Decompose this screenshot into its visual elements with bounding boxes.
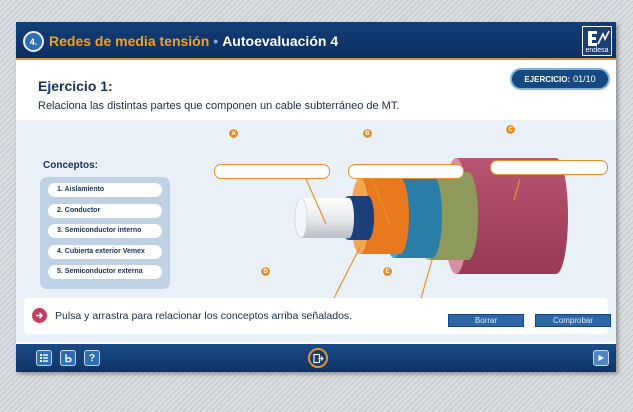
logo-mark-icon: [588, 30, 610, 46]
marker-d: D: [260, 266, 271, 277]
marker-a: A: [228, 128, 239, 139]
header-bar: 4. Redes de media tensión • Autoevaluación…: [16, 22, 616, 60]
hint-bar: Pulsa y arrastra para relacionar los con…: [24, 298, 611, 334]
marker-e: E: [382, 266, 393, 277]
endesa-logo: endesa: [582, 26, 612, 56]
list-icon: [40, 354, 48, 362]
glossary-button[interactable]: [60, 350, 76, 366]
play-icon: [598, 355, 604, 361]
next-button[interactable]: [593, 350, 609, 366]
title-separator: •: [213, 33, 219, 49]
logo-text: endesa: [585, 47, 609, 54]
leader-line-e: [419, 259, 433, 303]
marker-b: B: [362, 128, 373, 139]
drop-target-b[interactable]: [348, 164, 464, 179]
marker-c: C: [505, 124, 516, 135]
module-number-badge: 4.: [23, 31, 44, 52]
footer-bar: ?: [16, 344, 616, 372]
section-title: Autoevaluación 4: [222, 33, 339, 49]
exercise-counter-badge: EJERCICIO: 01/10: [510, 68, 610, 90]
help-button[interactable]: ?: [84, 350, 100, 366]
header-title: Redes de media tensión • Autoevaluación 4: [49, 33, 338, 49]
counter-value: 01/10: [573, 74, 596, 84]
drop-target-a[interactable]: [214, 164, 330, 179]
counter-label: EJERCICIO:: [524, 74, 571, 84]
drop-target-c[interactable]: [490, 160, 608, 175]
lesson-window: 4. Redes de media tensión • Autoevaluación…: [16, 22, 616, 372]
leader-line-d: [331, 246, 361, 303]
cable-conductor: [294, 197, 354, 239]
index-button[interactable]: [36, 350, 52, 366]
clear-button[interactable]: Borrar: [448, 314, 524, 327]
exercise-instruction: Relaciona las distintas partes que compo…: [38, 100, 400, 112]
exit-icon: [312, 353, 324, 363]
exercise-title: Ejercicio 1:: [38, 78, 113, 94]
arrow-right-icon: [32, 308, 47, 323]
hint-text: Pulsa y arrastra para relacionar los con…: [55, 310, 353, 322]
course-title: Redes de media tensión: [49, 33, 210, 49]
check-button[interactable]: Comprobar: [535, 314, 611, 327]
glossary-icon: [65, 354, 72, 363]
exit-button[interactable]: [308, 348, 328, 368]
